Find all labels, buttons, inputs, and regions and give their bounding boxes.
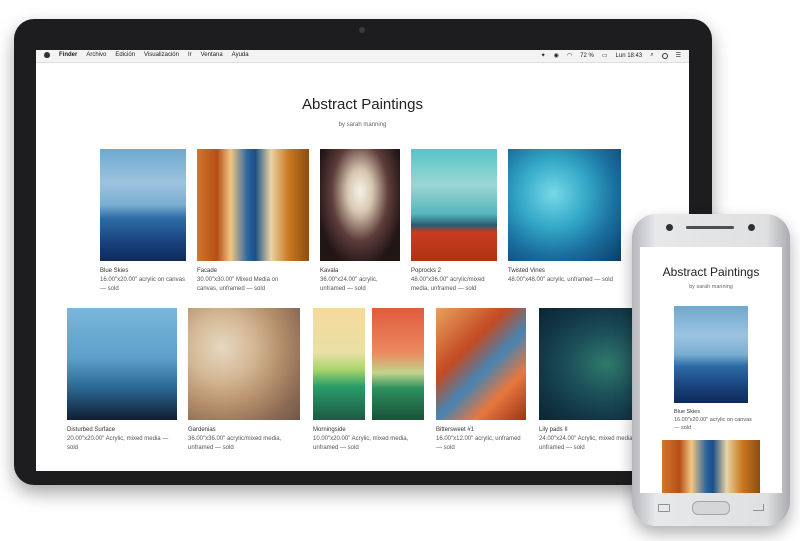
- painting-image[interactable]: [197, 149, 309, 261]
- painting-card[interactable]: Poprocks 2 48.00"x36.00" acrylic/mixed m…: [411, 149, 497, 299]
- phone-painting-title[interactable]: Blue Skies: [674, 408, 754, 416]
- painting-title[interactable]: Poprocks 2: [411, 267, 501, 276]
- painting-title[interactable]: Gardenias: [188, 426, 298, 435]
- phone-page-title: Abstract Paintings: [662, 265, 760, 279]
- mac-menu-bar: Finder Archivo Edición Visualización Ir …: [36, 50, 689, 63]
- painting-details: 36.00"x24.00" acrylic, unframed — sold: [320, 277, 378, 292]
- menu-visualizacion[interactable]: Visualización: [144, 52, 179, 58]
- phone-recent-apps-key[interactable]: [658, 504, 670, 512]
- painting-details: 10.00"x20.00" Acrylic, mixed media, unfr…: [313, 436, 409, 451]
- painting-image[interactable]: [67, 308, 177, 420]
- spotlight-icon[interactable]: ⌕: [650, 52, 653, 59]
- phone-painting-image[interactable]: [674, 306, 748, 403]
- phone-speaker: [686, 226, 734, 229]
- painting-image[interactable]: [436, 308, 526, 420]
- painting-title[interactable]: Morningside: [313, 426, 424, 435]
- phone-screen: Abstract Paintings by sarah manning Blue…: [640, 247, 782, 493]
- painting-details: 30.00"x30.00" Mixed Media on canvas, unf…: [197, 277, 279, 292]
- menu-archivo[interactable]: Archivo: [86, 52, 106, 58]
- apple-icon[interactable]: [44, 52, 50, 58]
- menu-ir[interactable]: Ir: [188, 52, 192, 58]
- page-title: Abstract Paintings: [302, 96, 423, 113]
- phone-painting-card-next[interactable]: [662, 440, 760, 493]
- menu-finder[interactable]: Finder: [59, 52, 77, 58]
- painting-card[interactable]: Kavala 36.00"x24.00" acrylic, unframed —…: [320, 149, 400, 299]
- phone-home-button[interactable]: [692, 501, 730, 515]
- battery-percent[interactable]: 72 %: [580, 53, 594, 59]
- painting-card[interactable]: Bittersweet #1 16.00"x12.00" acrylic, un…: [436, 308, 526, 468]
- menu-clock[interactable]: Lun 18:43: [616, 53, 643, 59]
- laptop-frame: Finder Archivo Edición Visualización Ir …: [14, 19, 712, 485]
- page-byline: by sarah manning: [338, 122, 387, 128]
- painting-card[interactable]: Disturbed Surface 20.00"x20.00" Acrylic,…: [67, 308, 177, 468]
- phone-sensor: [666, 224, 673, 231]
- painting-title[interactable]: Twisted Vines: [508, 267, 618, 276]
- painting-details: 36.00"x36.00" acrylic/mixed media, unfra…: [188, 436, 282, 451]
- painting-image[interactable]: [411, 149, 497, 261]
- painting-card[interactable]: Morningside 10.00"x20.00" Acrylic, mixed…: [313, 308, 424, 468]
- painting-card[interactable]: Gardenias 36.00"x36.00" acrylic/mixed me…: [188, 308, 300, 468]
- painting-card[interactable]: Twisted Vines 48.00"x48.00" acrylic, unf…: [508, 149, 621, 299]
- battery-icon[interactable]: ▭: [602, 52, 608, 59]
- wifi-icon[interactable]: ◠: [567, 52, 572, 59]
- painting-image[interactable]: [100, 149, 186, 261]
- phone-page-byline: by sarah manning: [689, 284, 733, 290]
- painting-title[interactable]: Facade: [197, 267, 299, 276]
- painting-image[interactable]: [320, 149, 400, 261]
- menu-edicion[interactable]: Edición: [115, 52, 135, 58]
- phone-back-key[interactable]: [753, 504, 764, 511]
- sync-icon[interactable]: ◉: [554, 52, 559, 59]
- painting-details: 16.00"x20.00" acrylic on canvas — sold: [100, 277, 185, 292]
- painting-title[interactable]: Kavala: [320, 267, 400, 276]
- menu-ayuda[interactable]: Ayuda: [232, 52, 249, 58]
- painting-title[interactable]: Lily pads II: [539, 426, 643, 435]
- painting-details: 48.00"x36.00" acrylic/mixed media, unfra…: [411, 277, 485, 292]
- painting-title[interactable]: Blue Skies: [100, 267, 186, 276]
- dropbox-icon[interactable]: ✦: [541, 52, 546, 59]
- laptop-screen: Finder Archivo Edición Visualización Ir …: [36, 50, 689, 471]
- painting-image-left-panel[interactable]: [313, 308, 365, 420]
- phone-painting-card[interactable]: Blue Skies 16.00"x20.00" acrylic on canv…: [674, 306, 752, 436]
- phone-frame: Abstract Paintings by sarah manning Blue…: [632, 214, 790, 526]
- painting-title[interactable]: Bittersweet #1: [436, 426, 526, 435]
- painting-details: 24.00"x24.00" Acrylic, mixed media, unfr…: [539, 436, 635, 451]
- notification-center-icon[interactable]: ☰: [676, 52, 681, 59]
- painting-card[interactable]: Facade 30.00"x30.00" Mixed Media on canv…: [197, 149, 309, 299]
- painting-image[interactable]: [508, 149, 621, 261]
- siri-icon[interactable]: [661, 52, 668, 59]
- laptop-camera: [359, 27, 365, 33]
- painting-image-right-panel[interactable]: [372, 308, 424, 420]
- painting-title[interactable]: Disturbed Surface: [67, 426, 177, 435]
- painting-details: 16.00"x12.00" acrylic, unframed — sold: [436, 436, 521, 451]
- menu-ventana[interactable]: Ventana: [201, 52, 223, 58]
- painting-details: 20.00"x20.00" Acrylic, mixed media — sol…: [67, 436, 169, 451]
- phone-painting-details: 16.00"x20.00" acrylic on canvas — sold: [674, 417, 752, 431]
- painting-details: 48.00"x48.00" acrylic, unframed — sold: [508, 277, 613, 283]
- phone-painting-image-next[interactable]: [662, 440, 760, 493]
- painting-image[interactable]: [188, 308, 300, 420]
- painting-card[interactable]: Blue Skies 16.00"x20.00" acrylic on canv…: [100, 149, 186, 299]
- phone-front-camera: [748, 224, 755, 231]
